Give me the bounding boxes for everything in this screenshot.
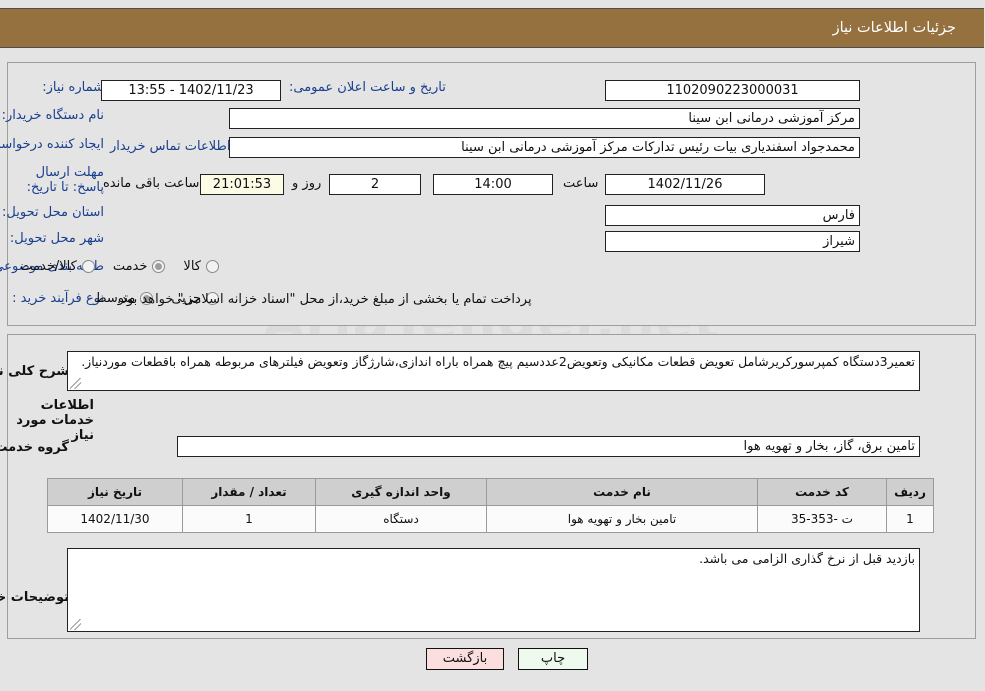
subject-category-option-2[interactable]: کالا/خدمت (21, 259, 96, 274)
back-button[interactable]: بازگشت (427, 648, 505, 670)
need-description-value[interactable]: تعمیر3دستگاه کمپرسورکریرشامل تعویض قطعات… (68, 351, 921, 391)
page-root: AriaTender.net جزئیات اطلاعات نیاز شماره… (0, 0, 985, 691)
services-table-cell: 1 (887, 505, 935, 533)
need-description-text: تعمیر3دستگاه کمپرسورکریرشامل تعویض قطعات… (82, 354, 916, 369)
radio-icon[interactable] (207, 260, 220, 273)
subject-category-option-label: کالا/خدمت (21, 259, 78, 274)
delivery-city-label: شهر محل تحویل: (10, 231, 105, 246)
delivery-province-value: فارس (606, 205, 861, 226)
services-table-header-cell: واحد اندازه گیری (316, 478, 488, 506)
service-group-value: تامین برق، گاز، بخار و تهویه هوا (178, 436, 921, 457)
services-table-cell: 1402/11/30 (48, 505, 184, 533)
need-description-label: شرح کلی نیاز: (0, 364, 70, 379)
buyer-contact-info-link[interactable]: اطلاعات تماس خریدار (111, 139, 231, 154)
announce-datetime-value: 1402/11/23 - 13:55 (102, 80, 282, 101)
deadline-hour-label: ساعت (564, 176, 600, 191)
deadline-time-value: 14:00 (434, 174, 554, 195)
request-creator-value: محمدجواد اسفندیاری بیات رئیس تدارکات مرک… (230, 137, 861, 158)
service-group-label: گروه خدمت: (0, 440, 70, 455)
services-table-body: 1ت -353-35 تامین بخار و تهویه هوا دستگاه 1 1… (48, 505, 935, 533)
countdown-timer-label: ساعت باقی مانده (104, 176, 201, 191)
services-table-cell: تامین بخار و تهویه هوا (487, 505, 759, 533)
remaining-days-value: 2 (330, 174, 422, 195)
buyer-notes-text: بازدید قبل از نرخ گذاری الزامی می باشد. (700, 551, 916, 566)
services-table-header-cell: تعداد / مقدار (183, 478, 317, 506)
services-table-header-cell: تاریخ نیاز (48, 478, 184, 506)
buyer-org-label: نام دستگاه خریدار: (2, 108, 105, 123)
table-row: 1ت -353-35 تامین بخار و تهویه هوا دستگاه 1 1… (48, 505, 935, 533)
resize-grip-icon[interactable] (71, 619, 82, 630)
services-table-cell: 1 (183, 505, 317, 533)
buyer-notes-value[interactable]: بازدید قبل از نرخ گذاری الزامی می باشد. (68, 548, 921, 632)
page-title: جزئیات اطلاعات نیاز (833, 20, 957, 36)
services-table-header-cell: کد خدمت (758, 478, 888, 506)
services-section-heading: اطلاعات خدمات مورد نیاز (17, 398, 95, 443)
deadline-label: مهلت ارسال پاسخ: تا تاریخ: (27, 165, 105, 195)
services-table-cell: ت -353-35 (758, 505, 888, 533)
need-number-value: 1102090223000031 (606, 80, 861, 101)
payment-note: پرداخت تمام یا بخشی از مبلغ خرید،از محل … (118, 292, 533, 307)
announce-datetime-label: تاریخ و ساعت اعلان عمومی: (290, 80, 447, 95)
countdown-timer-value: 21:01:53 (201, 174, 285, 195)
page-header: جزئیات اطلاعات نیاز (0, 8, 985, 48)
subject-category-option-0[interactable]: کالا (184, 259, 220, 274)
delivery-province-label: استان محل تحویل: (3, 205, 105, 220)
delivery-city-value: شیراز (606, 231, 861, 252)
services-table-header-cell: نام خدمت (487, 478, 759, 506)
print-button[interactable]: چاپ (519, 648, 589, 670)
request-creator-label: ایجاد کننده درخواست: (0, 137, 105, 152)
radio-icon[interactable] (82, 260, 96, 273)
services-table: ردیف کد خدمت نام خدمت واحد اندازه گیری تعداد… (48, 478, 935, 533)
buyer-notes-label: توضیحات خریدار: (0, 590, 70, 605)
remaining-days-label: روز و (293, 176, 323, 191)
subject-category-radio-group[interactable]: کالا خدمت کالا/خدمت (3, 259, 220, 274)
services-table-header-row: ردیف کد خدمت نام خدمت واحد اندازه گیری تعداد… (48, 478, 935, 506)
need-number-label: شماره نیاز: (43, 80, 105, 95)
services-table-cell: دستگاه (316, 505, 488, 533)
buyer-org-value: مرکز آموزشی درمانی ابن سینا (230, 108, 861, 129)
subject-category-option-1[interactable]: خدمت (114, 259, 167, 274)
radio-icon[interactable] (153, 260, 167, 273)
subject-category-option-label: کالا (184, 259, 202, 274)
resize-grip-icon[interactable] (71, 378, 82, 389)
deadline-date-value: 1402/11/26 (606, 174, 766, 195)
subject-category-option-label: خدمت (113, 259, 149, 274)
services-table-header-cell: ردیف (887, 478, 935, 506)
